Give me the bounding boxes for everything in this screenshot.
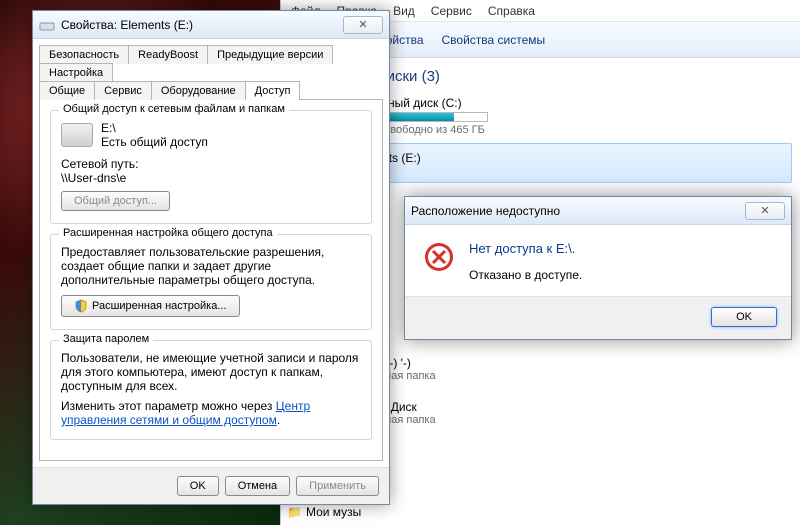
tab-content: Общий доступ к сетевым файлам и папкам E… [39,99,383,461]
properties-dialog: Свойства: Elements (E:) ✕ Безопасность R… [32,10,390,505]
toolbar-system-properties[interactable]: Свойства системы [442,33,546,47]
cancel-button[interactable]: Отмена [225,476,290,496]
drive-letter: E:\ [101,121,208,135]
group-title: Общий доступ к сетевым файлам и папкам [59,103,289,115]
close-button[interactable]: ✕ [745,202,785,220]
tab-tools[interactable]: Сервис [94,81,152,100]
shield-icon [74,299,88,313]
tab-previous-versions[interactable]: Предыдущие версии [207,45,333,64]
tab-hardware[interactable]: Оборудование [151,81,246,100]
error-line1: Нет доступа к E:\. [469,241,582,256]
password-change-text: Изменить этот параметр можно через Центр… [61,399,361,427]
error-icon [423,241,455,273]
menu-help[interactable]: Справка [488,4,535,18]
group-title: Расширенная настройка общего доступа [59,227,277,239]
menu-tools[interactable]: Сервис [431,4,472,18]
tabstrip: Безопасность ReadyBoost Предыдущие верси… [33,39,389,99]
group-advanced-sharing: Расширенная настройка общего доступа Пре… [50,234,372,330]
error-line2: Отказано в доступе. [469,268,582,282]
share-state: Есть общий доступ [101,135,208,149]
group-password: Защита паролем Пользователи, не имеющие … [50,340,372,440]
close-icon: ✕ [760,204,769,217]
close-button[interactable]: ✕ [343,16,383,34]
dialog-buttons: OK Отмена Применить [33,467,389,504]
tab-sharing[interactable]: Доступ [245,81,301,100]
password-desc: Пользователи, не имеющие учетной записи … [61,351,361,393]
share-button[interactable]: Общий доступ... [61,191,170,211]
tab-readyboost[interactable]: ReadyBoost [128,45,208,64]
drive-icon [39,17,55,33]
folder-icon: 📁 [287,505,302,519]
tab-security[interactable]: Безопасность [39,45,129,64]
ok-button[interactable]: OK [711,307,777,327]
tree-item[interactable]: 📁Мои музы [287,503,395,521]
netpath-label: Сетевой путь: [61,157,361,171]
tab-customize[interactable]: Настройка [39,63,113,82]
netpath-value: \\User-dns\e [61,171,361,185]
apply-button[interactable]: Применить [296,476,379,496]
error-dialog: Расположение недоступно ✕ Нет доступа к … [404,196,792,340]
titlebar[interactable]: Свойства: Elements (E:) ✕ [33,11,389,39]
dialog-title: Свойства: Elements (E:) [61,18,337,32]
advanced-desc: Предоставляет пользовательские разрешени… [61,245,361,287]
group-title: Защита паролем [59,333,153,345]
advanced-sharing-button[interactable]: Расширенная настройка... [61,295,240,317]
drive-thumb-icon [61,123,93,147]
titlebar[interactable]: Расположение недоступно ✕ [405,197,791,225]
ok-button[interactable]: OK [177,476,219,496]
error-title: Расположение недоступно [411,204,739,218]
close-icon: ✕ [358,18,367,31]
menu-view[interactable]: Вид [393,4,415,18]
tab-general[interactable]: Общие [39,81,95,100]
group-network-sharing: Общий доступ к сетевым файлам и папкам E… [50,110,372,224]
